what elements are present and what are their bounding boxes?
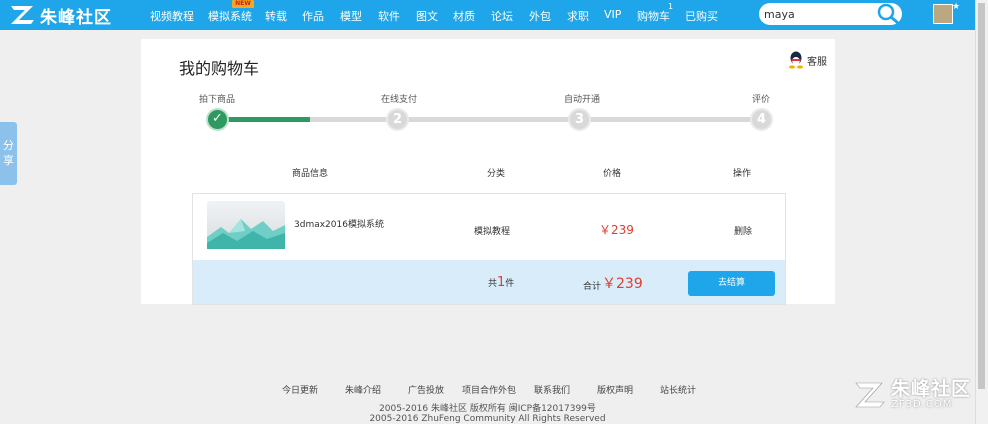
- logo-text: 朱峰社区: [40, 7, 112, 28]
- qq-penguin-icon: [789, 51, 803, 69]
- step-4-circle: 4: [750, 108, 773, 131]
- step-label-place-order: 拍下商品: [199, 95, 236, 105]
- watermark: 朱峰社区 ZF3D.COM: [852, 378, 971, 412]
- nav-software[interactable]: 软件: [378, 8, 400, 24]
- copyright-text-en: 2005-2016 ZhuFeng Community All Rights R…: [369, 414, 606, 424]
- search-input[interactable]: [764, 6, 874, 22]
- footer-link-updates[interactable]: 今日更新: [282, 383, 318, 396]
- step-label-pay-online: 在线支付: [381, 95, 418, 105]
- item-count-prefix: 共: [488, 279, 498, 289]
- footer-link-about[interactable]: 朱峰介绍: [345, 383, 381, 396]
- nav-shopping-cart[interactable]: 购物车: [637, 8, 670, 24]
- nav-models[interactable]: 模型: [340, 8, 362, 24]
- item-count: 共1件: [488, 275, 514, 290]
- product-price: ￥239: [599, 223, 634, 237]
- total-price: ￥239: [602, 276, 643, 292]
- share-tab[interactable]: 分享: [0, 122, 17, 185]
- scrollbar-thumb[interactable]: [978, 3, 985, 389]
- star-icon: ★: [952, 2, 961, 12]
- nav-video-tutorials[interactable]: 视频教程: [150, 8, 194, 24]
- footer-link-copyright[interactable]: 版权声明: [597, 383, 633, 396]
- nav-repost[interactable]: 转载: [265, 8, 287, 24]
- footer-link-outsourcing[interactable]: 项目合作外包: [462, 383, 516, 396]
- top-navbar: 朱峰社区 视频教程 模拟系统 转载 作品 模型 软件 图文 材质 论坛 外包 求…: [0, 0, 975, 30]
- checkout-button[interactable]: 去结算: [688, 271, 775, 296]
- delete-item-link[interactable]: 删除: [734, 224, 752, 237]
- watermark-subtitle: ZF3D.COM: [891, 399, 953, 410]
- nav-purchased[interactable]: 已购买: [685, 8, 718, 24]
- product-name[interactable]: 3dmax2016模拟系统: [294, 217, 384, 230]
- copyright-text: 2005-2016 朱峰社区 版权所有 闽ICP备12017399号: [379, 404, 596, 414]
- nav-works[interactable]: 作品: [302, 8, 324, 24]
- step-1-done-check-icon: ✓: [206, 108, 229, 131]
- nav-articles[interactable]: 图文: [416, 8, 438, 24]
- nav-outsourcing[interactable]: 外包: [529, 8, 551, 24]
- nav-vip[interactable]: VIP: [604, 8, 621, 21]
- site-logo[interactable]: 朱峰社区: [8, 2, 112, 28]
- step-label-auto-activate: 自动开通: [564, 95, 601, 105]
- nav-jobs[interactable]: 求职: [567, 8, 589, 24]
- search-icon[interactable]: [875, 2, 901, 26]
- item-count-suffix: 件: [505, 279, 515, 289]
- col-header-product: 商品信息: [292, 169, 329, 179]
- logo-z-icon: [11, 6, 34, 24]
- cart-count-badge: 1: [668, 2, 674, 11]
- step-3-circle: 3: [568, 108, 591, 131]
- col-header-price: 价格: [603, 169, 622, 179]
- footer-link-ads[interactable]: 广告投放: [408, 383, 444, 396]
- nav-forum[interactable]: 论坛: [491, 8, 513, 24]
- col-header-category: 分类: [487, 169, 506, 179]
- watermark-logo-icon: [855, 382, 885, 408]
- step-label-review: 评价: [752, 95, 771, 105]
- product-category: 模拟教程: [474, 227, 511, 237]
- total-label: 合计: [583, 282, 602, 292]
- footer-link-contact[interactable]: 联系我们: [534, 383, 570, 396]
- col-header-action: 操作: [733, 169, 752, 179]
- page-title: 我的购物车: [179, 59, 260, 78]
- nav-simulation-system[interactable]: 模拟系统: [208, 8, 252, 24]
- step-2-circle: 2: [386, 108, 409, 131]
- watermark-title: 朱峰社区: [891, 378, 972, 400]
- customer-service-label: 客服: [807, 56, 827, 68]
- customer-service-link[interactable]: 客服: [788, 51, 827, 69]
- footer-link-stats[interactable]: 站长统计: [660, 383, 696, 396]
- new-badge: NEW: [232, 0, 254, 8]
- product-thumbnail[interactable]: [207, 201, 285, 249]
- cart-panel: 我的购物车 客服 拍下商品 在线支付 自动开通 评价 ✓ 2 3 4 商品信息 …: [141, 39, 835, 305]
- progress-fill: [217, 117, 310, 122]
- nav-materials[interactable]: 材质: [453, 8, 475, 24]
- user-avatar[interactable]: [933, 4, 953, 24]
